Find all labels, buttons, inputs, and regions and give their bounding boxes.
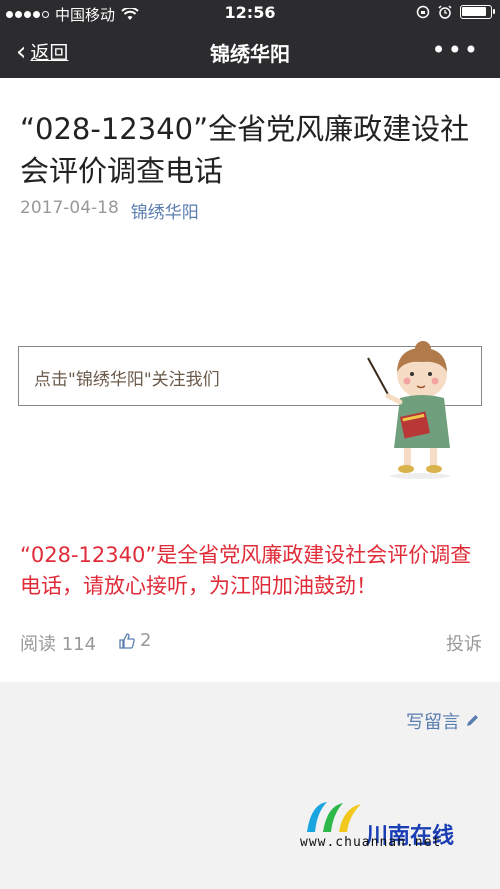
like-button[interactable]: 2 <box>118 630 151 651</box>
reads-label: 阅读 <box>20 634 56 655</box>
account-link[interactable]: 锦绣华阳 <box>131 198 199 223</box>
teacher-illustration <box>367 341 450 479</box>
nav-title: 锦绣华阳 <box>210 42 290 66</box>
reads-value: 114 <box>61 634 97 655</box>
alarm-icon <box>438 5 452 19</box>
pencil-icon <box>467 715 478 726</box>
article-body-red: “028-12340”是全省党风廉政建设社会评价调查电话，请放心接听，为江阳加油… <box>20 543 472 598</box>
status-bar: 中国移动 12:56 <box>0 0 500 26</box>
article-title: “028-12340”全省党风廉政建设社会评价调查电话 <box>20 112 470 188</box>
report-link[interactable]: 投诉 <box>446 630 482 656</box>
article: “028-12340”全省党风廉政建设社会评价调查电话 2017-04-18 锦… <box>0 78 500 682</box>
status-right <box>416 5 495 19</box>
write-comment-label: 写留言 <box>406 712 460 733</box>
watermark: 川南在线 www.chuannan.net <box>300 798 490 858</box>
more-icon[interactable]: ••• <box>432 36 480 64</box>
write-comment-button[interactable]: 写留言 <box>406 708 480 734</box>
nav-bar: ‹ 返回 锦绣华阳 ••• <box>0 26 500 78</box>
watermark-url: www.chuannan.net <box>300 835 442 850</box>
battery-icon <box>460 5 495 19</box>
article-meta: 2017-04-18 锦绣华阳 <box>20 198 199 223</box>
watermark-logo <box>307 802 361 832</box>
read-count: 阅读 114 <box>20 630 96 656</box>
follow-text: 点击"锦绣华阳"关注我们 <box>34 370 220 390</box>
article-date: 2017-04-18 <box>20 198 119 218</box>
rotation-lock-icon <box>416 5 430 19</box>
top-bar: 中国移动 12:56 ‹ 返回 锦绣华阳 ••• <box>0 0 500 78</box>
likes-value: 2 <box>140 630 152 651</box>
thumbs-up-icon <box>119 632 135 649</box>
